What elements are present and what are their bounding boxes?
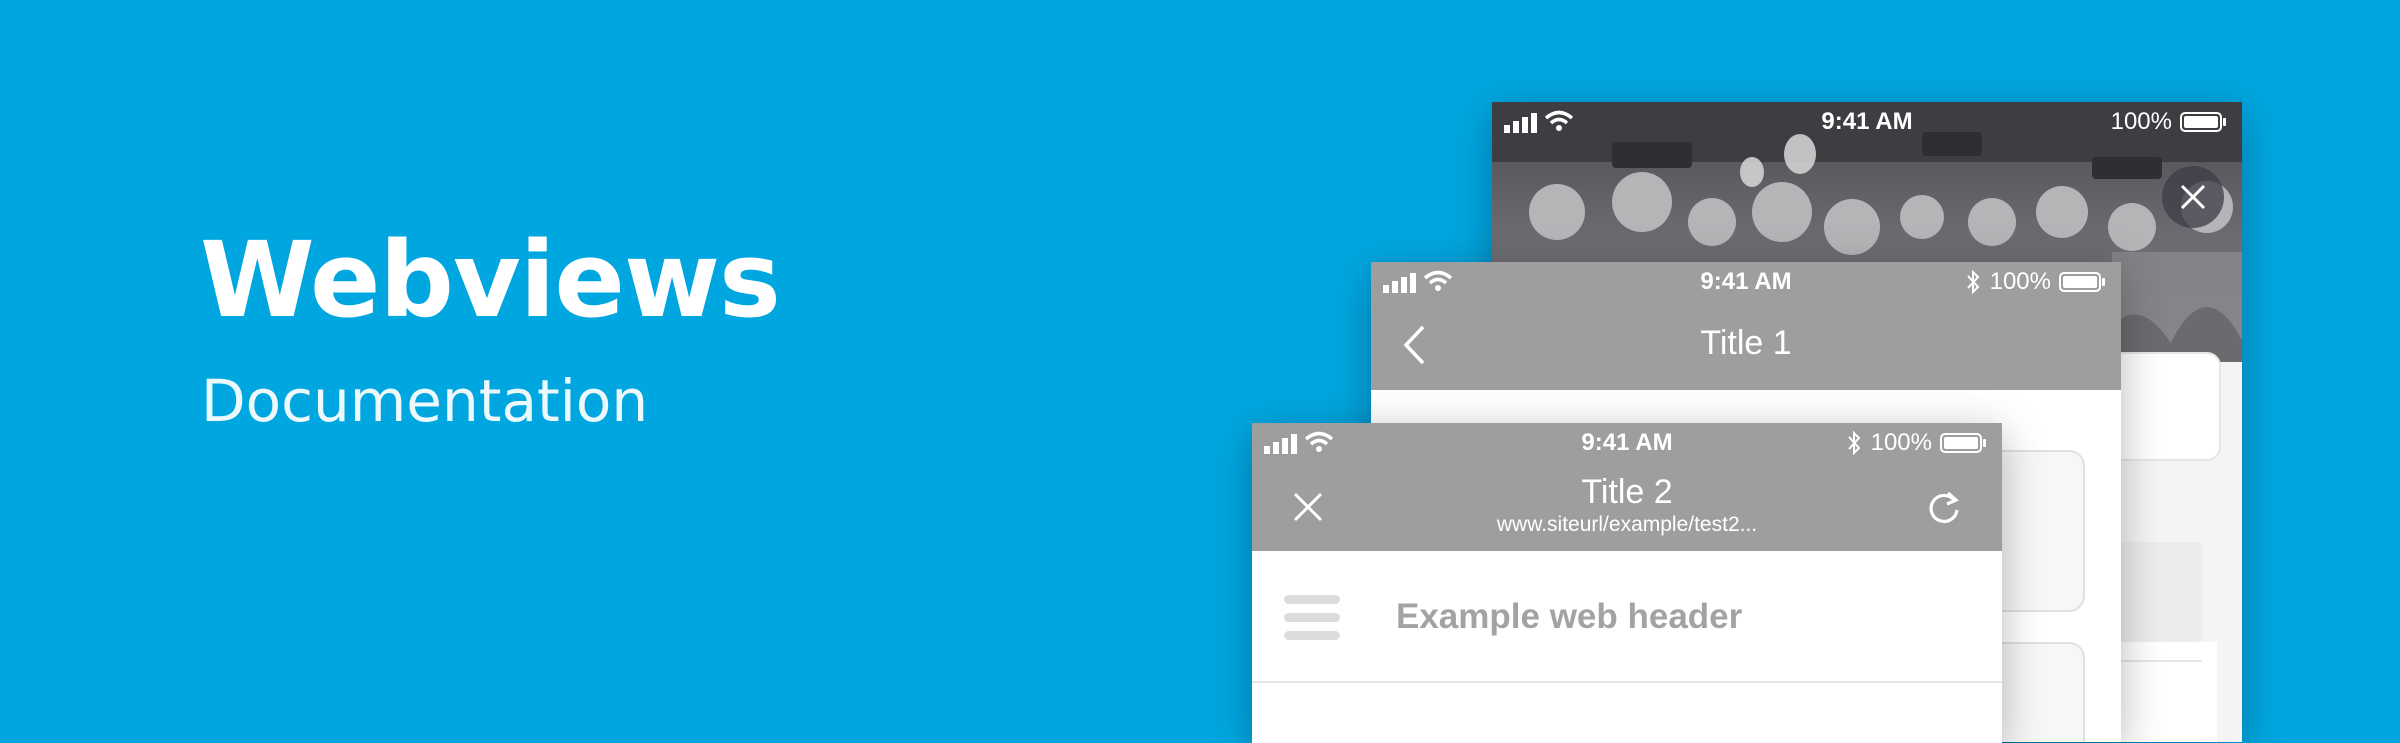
bluetooth-icon bbox=[1848, 430, 1861, 456]
status-bar: 9:41 AM 100% bbox=[1371, 262, 2121, 300]
battery-icon bbox=[1940, 433, 1986, 453]
phone-mockup-front: 9:41 AM 100% Title 2 www.siteurl/example… bbox=[1252, 423, 2002, 743]
page-title: Webviews bbox=[200, 219, 781, 341]
close-icon bbox=[2180, 184, 2206, 210]
nav-bar: 9:41 AM 100% Title 2 www.siteurl/example… bbox=[1252, 423, 2002, 551]
battery-percentage: 100% bbox=[1870, 429, 1932, 456]
page-subtitle: Documentation bbox=[201, 367, 649, 435]
nav-title: Title 2 bbox=[1581, 473, 1673, 511]
web-header-bar: Example web header bbox=[1252, 551, 2002, 683]
refresh-icon[interactable] bbox=[1924, 487, 1964, 527]
close-button[interactable] bbox=[2162, 166, 2224, 228]
hamburger-icon[interactable] bbox=[1284, 595, 1340, 641]
battery-icon bbox=[2059, 272, 2105, 292]
status-bar: 9:41 AM 100% bbox=[1252, 423, 2002, 461]
nav-url: www.siteurl/example/test2... bbox=[1496, 513, 1758, 536]
battery-percentage: 100% bbox=[1989, 268, 2051, 295]
nav-title: Title 1 bbox=[1700, 324, 1792, 362]
web-header-title: Example web header bbox=[1396, 597, 1743, 636]
battery-percentage: 100% bbox=[2110, 108, 2172, 135]
nav-bar: 9:41 AM 100% Title 1 bbox=[1371, 262, 2121, 390]
bluetooth-icon bbox=[1967, 269, 1980, 295]
battery-icon bbox=[2180, 112, 2226, 132]
status-bar: 9:41 AM 100% bbox=[1492, 102, 2242, 140]
